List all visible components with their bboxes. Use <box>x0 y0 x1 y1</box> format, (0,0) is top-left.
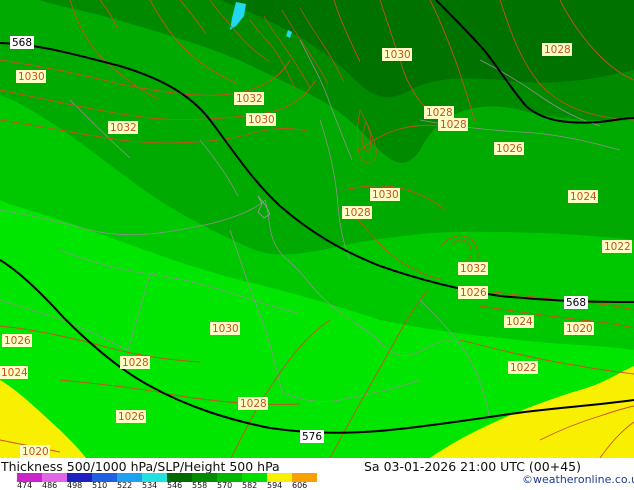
height-label-576: 576 <box>302 431 322 443</box>
svg-text:1026: 1026 <box>118 411 145 423</box>
isobar-label-1032-c: 1032 <box>458 262 488 275</box>
svg-text:1028: 1028 <box>240 398 267 410</box>
color-scale-tick-label: 486 <box>42 481 58 490</box>
isobar-label-1028-d: 1028 <box>342 206 372 219</box>
isobar-label-1022-b: 1022 <box>508 361 538 374</box>
color-scale-tick-label: 498 <box>67 481 83 490</box>
isobar-label-1026-c: 1026 <box>2 334 32 347</box>
isobar-label-1026-b: 1026 <box>458 286 488 299</box>
isobar-label-1028-b: 1028 <box>424 106 454 119</box>
color-scale-tick-label: 582 <box>242 481 258 490</box>
color-scale-tick-label: 474 <box>17 481 33 490</box>
valid-time: Sa 03-01-2026 21:00 UTC (00+45) <box>364 459 581 474</box>
thickness-map: 568 568 576 1030 1032 1032 1030 1030 102… <box>0 0 634 458</box>
isobar-label-1032-a: 1032 <box>108 121 138 134</box>
svg-text:1028: 1028 <box>544 44 571 56</box>
svg-text:1026: 1026 <box>4 335 31 347</box>
color-scale-tick-label: 606 <box>292 481 308 490</box>
svg-text:1030: 1030 <box>372 189 399 201</box>
color-scale-tick-label: 510 <box>92 481 108 490</box>
svg-text:1028: 1028 <box>426 107 453 119</box>
height-label-568-east: 568 <box>566 297 586 309</box>
svg-text:1020: 1020 <box>566 323 593 335</box>
svg-text:1024: 1024 <box>1 367 28 379</box>
svg-text:1022: 1022 <box>510 362 537 374</box>
isobar-label-1030-b: 1030 <box>246 113 276 126</box>
svg-text:1028: 1028 <box>122 357 149 369</box>
svg-text:1028: 1028 <box>344 207 371 219</box>
isobar-label-1032-b: 1032 <box>234 92 264 105</box>
svg-text:1030: 1030 <box>212 323 239 335</box>
isobar-label-1030-c: 1030 <box>382 48 412 61</box>
isobar-label-1026-a: 1026 <box>494 142 524 155</box>
color-scale-tick-label: 522 <box>117 481 133 490</box>
svg-text:1032: 1032 <box>460 263 487 275</box>
map-title: Thickness 500/1000 hPa/SLP/Height 500 hP… <box>1 459 280 474</box>
isobar-label-1028-f: 1028 <box>238 397 268 410</box>
isobar-label-1028-a: 1028 <box>542 43 572 56</box>
svg-text:1032: 1032 <box>110 122 137 134</box>
isobar-label-1024-c: 1024 <box>0 366 28 379</box>
svg-text:1032: 1032 <box>236 93 263 105</box>
svg-text:1024: 1024 <box>506 316 533 328</box>
svg-text:1026: 1026 <box>460 287 487 299</box>
color-scale-tick-label: 546 <box>167 481 183 490</box>
svg-text:1026: 1026 <box>496 143 523 155</box>
isobar-label-1020-a: 1020 <box>564 322 594 335</box>
svg-text:1028: 1028 <box>440 119 467 131</box>
isobar-label-1024-a: 1024 <box>568 190 598 203</box>
weather-map-frame: 568 568 576 1030 1032 1032 1030 1030 102… <box>0 0 634 490</box>
color-scale-tick-label: 534 <box>142 481 158 490</box>
svg-text:1022: 1022 <box>604 241 631 253</box>
isobar-label-1028-c: 1028 <box>438 118 468 131</box>
isobar-label-1020-b: 1020 <box>20 445 50 458</box>
color-scale-ticks: 474 486 498 510 522 534 546 558 570 582 594 606 <box>17 482 317 490</box>
svg-text:1030: 1030 <box>248 114 275 126</box>
isobar-label-1024-b: 1024 <box>504 315 534 328</box>
isobar-label-1030-e: 1030 <box>210 322 240 335</box>
color-scale-tick-label: 570 <box>217 481 233 490</box>
svg-text:1030: 1030 <box>18 71 45 83</box>
height-label-568-west: 568 <box>12 37 32 49</box>
isobar-label-1030-a: 1030 <box>16 70 46 83</box>
isobar-label-1022-a: 1022 <box>602 240 632 253</box>
isobar-label-1030-d: 1030 <box>370 188 400 201</box>
svg-text:1020: 1020 <box>22 446 49 458</box>
site-credit[interactable]: ©weatheronline.co.uk <box>522 473 634 486</box>
color-scale-tick-label: 558 <box>192 481 208 490</box>
isobar-label-1028-e: 1028 <box>120 356 150 369</box>
color-scale-tick-label: 594 <box>267 481 283 490</box>
svg-text:1024: 1024 <box>570 191 597 203</box>
svg-text:1030: 1030 <box>384 49 411 61</box>
isobar-label-1026-d: 1026 <box>116 410 146 423</box>
